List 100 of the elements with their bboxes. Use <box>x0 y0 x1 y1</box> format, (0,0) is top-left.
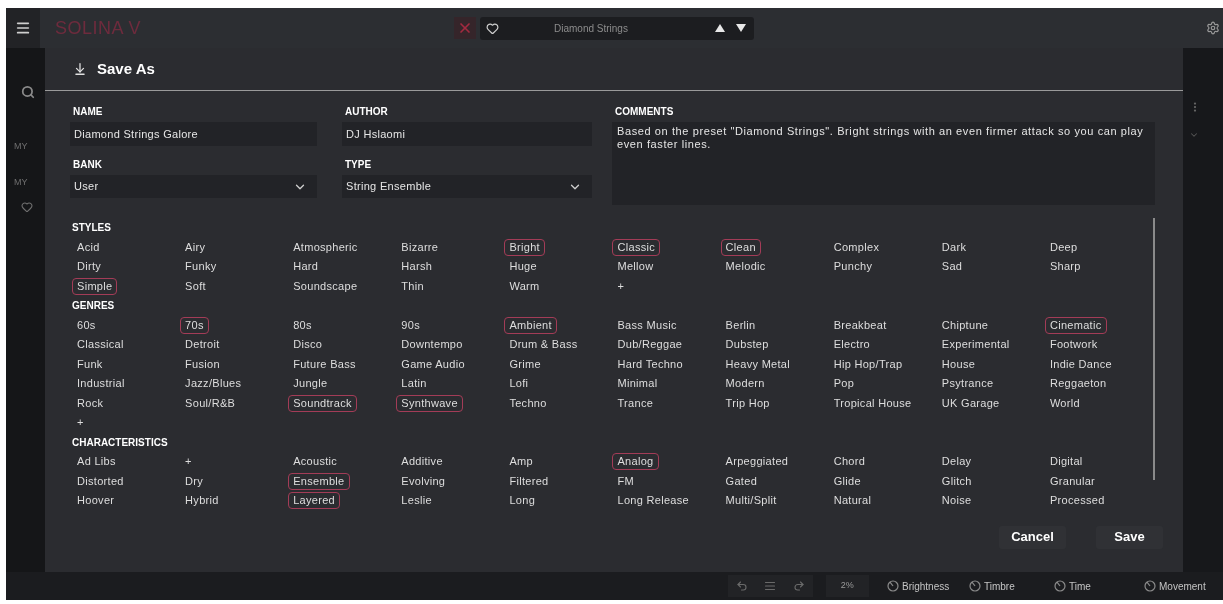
tag-toggle[interactable]: Reggaeton <box>1044 375 1112 393</box>
menu-button[interactable] <box>6 8 40 48</box>
tag-toggle[interactable]: Natural <box>828 492 877 510</box>
tag-toggle[interactable]: Amp <box>504 453 538 471</box>
dropdown[interactable]: User <box>70 175 317 198</box>
tag-toggle[interactable]: Soul/R&B <box>180 394 241 412</box>
tag-toggle[interactable]: Additive <box>396 453 448 471</box>
tag-toggle[interactable]: Heavy Metal <box>720 355 796 373</box>
tag-toggle[interactable]: Gated <box>720 472 763 490</box>
sidebar-item[interactable]: MY <box>14 176 28 188</box>
tag-toggle[interactable]: Punchy <box>828 258 878 276</box>
list-icon[interactable] <box>764 580 777 592</box>
zoom-level[interactable]: 2% <box>825 575 869 597</box>
tag-toggle[interactable]: Arpeggiated <box>720 453 794 471</box>
tag-toggle[interactable]: Thin <box>396 277 429 295</box>
tag-toggle[interactable]: World <box>1044 394 1085 412</box>
tag-toggle[interactable]: Soundtrack <box>288 394 357 412</box>
tag-toggle[interactable]: Multi/Split <box>720 492 782 510</box>
tag-toggle[interactable]: Bass Music <box>612 316 682 334</box>
tag-toggle[interactable]: Game Audio <box>396 355 470 373</box>
tag-toggle[interactable]: Soft <box>180 277 211 295</box>
tag-toggle[interactable]: Fusion <box>180 355 225 373</box>
tag-toggle[interactable]: Latin <box>396 375 432 393</box>
tag-toggle[interactable]: Trance <box>612 394 659 412</box>
tag-toggle[interactable]: Processed <box>1044 492 1110 510</box>
tag-toggle[interactable]: Noise <box>936 492 977 510</box>
tag-toggle[interactable]: 70s <box>180 316 209 334</box>
tag-toggle[interactable]: UK Garage <box>936 394 1005 412</box>
tag-toggle[interactable]: House <box>936 355 981 373</box>
tag-toggle[interactable]: Synthwave <box>396 394 463 412</box>
triangle-up-icon[interactable] <box>715 24 725 32</box>
tag-toggle[interactable]: Lofi <box>504 375 534 393</box>
tag-toggle[interactable]: Warm <box>504 277 545 295</box>
tag-toggle[interactable]: Jazz/Blues <box>180 375 247 393</box>
tag-toggle[interactable]: Minimal <box>612 375 663 393</box>
tag-toggle[interactable]: Hoover <box>72 492 120 510</box>
scrollbar[interactable] <box>1153 218 1155 480</box>
tag-toggle[interactable]: Bizarre <box>396 238 444 256</box>
tag-toggle[interactable]: Acoustic <box>288 453 343 471</box>
knob-icon[interactable] <box>887 580 899 592</box>
tag-toggle[interactable]: Clean <box>720 238 761 256</box>
tag-toggle[interactable]: Mellow <box>612 258 659 276</box>
tag-toggle[interactable]: Dubstep <box>720 336 774 354</box>
tag-toggle[interactable]: Ambient <box>504 316 557 334</box>
comments-field[interactable]: Based on the preset "Diamond Strings". Bright strings with an even firmer attack so you can play even faster lines. <box>612 122 1155 205</box>
tag-toggle[interactable]: Trip Hop <box>720 394 775 412</box>
tag-toggle[interactable]: Breakbeat <box>828 316 892 334</box>
tag-toggle[interactable]: Jungle <box>288 375 333 393</box>
tag-toggle[interactable]: Ensemble <box>288 472 350 490</box>
tag-toggle[interactable]: 90s <box>396 316 425 334</box>
tag-toggle[interactable]: Layered <box>288 492 341 510</box>
tag-toggle[interactable]: Delay <box>936 453 977 471</box>
tag-toggle[interactable]: Modern <box>720 375 770 393</box>
tag-toggle[interactable]: Disco <box>288 336 328 354</box>
tag-toggle[interactable]: Berlin <box>720 316 761 334</box>
tag-toggle[interactable]: + <box>612 277 630 295</box>
tag-toggle[interactable]: Drum & Bass <box>504 336 583 354</box>
knob-icon[interactable] <box>969 580 981 592</box>
tag-toggle[interactable]: Sharp <box>1044 258 1086 276</box>
tag-toggle[interactable]: Complex <box>828 238 885 256</box>
tag-toggle[interactable]: Psytrance <box>936 375 999 393</box>
tag-toggle[interactable]: Indie Dance <box>1044 355 1117 373</box>
heart-icon[interactable] <box>486 21 499 35</box>
tag-toggle[interactable]: Hard <box>288 258 324 276</box>
preset-selector[interactable]: Diamond Strings <box>480 16 754 40</box>
tag-toggle[interactable]: Deep <box>1044 238 1083 256</box>
search-icon[interactable] <box>21 85 35 99</box>
tag-toggle[interactable]: Chord <box>828 453 871 471</box>
tag-toggle[interactable]: Downtempo <box>396 336 468 354</box>
tag-toggle[interactable]: Techno <box>504 394 552 412</box>
tag-toggle[interactable]: Distorted <box>72 472 129 490</box>
save-button[interactable]: Save <box>1096 525 1163 549</box>
tag-toggle[interactable]: Rock <box>72 394 109 412</box>
tag-toggle[interactable]: Analog <box>612 453 659 471</box>
tag-toggle[interactable]: Funky <box>180 258 222 276</box>
tag-toggle[interactable]: Detroit <box>180 336 225 354</box>
tag-toggle[interactable]: Funk <box>72 355 108 373</box>
tag-toggle[interactable]: + <box>180 453 197 471</box>
tag-toggle[interactable]: Glitch <box>936 472 977 490</box>
tag-toggle[interactable]: Industrial <box>72 375 130 393</box>
cancel-button[interactable]: Cancel <box>999 525 1066 549</box>
tag-toggle[interactable]: Evolving <box>396 472 451 490</box>
tag-toggle[interactable]: Sad <box>936 258 968 276</box>
redo-icon[interactable] <box>792 580 805 592</box>
tag-toggle[interactable]: Dark <box>936 238 972 256</box>
tag-toggle[interactable]: Classical <box>72 336 129 354</box>
tag-toggle[interactable]: Experimental <box>936 336 1015 354</box>
tag-toggle[interactable]: Digital <box>1044 453 1088 471</box>
knob-icon[interactable] <box>1054 580 1066 592</box>
tag-toggle[interactable]: 80s <box>288 316 317 334</box>
text-field[interactable]: Diamond Strings Galore <box>70 122 317 146</box>
tag-toggle[interactable]: Dirty <box>72 258 107 276</box>
triangle-down-icon[interactable] <box>736 24 746 32</box>
tag-toggle[interactable]: Atmospheric <box>288 238 363 256</box>
tag-toggle[interactable]: Chiptune <box>936 316 994 334</box>
tag-toggle[interactable]: Glide <box>828 472 866 490</box>
tag-toggle[interactable]: Future Bass <box>288 355 361 373</box>
tag-toggle[interactable]: Grime <box>504 355 546 373</box>
tag-toggle[interactable]: Bright <box>504 238 545 256</box>
tag-toggle[interactable]: Footwork <box>1044 336 1103 354</box>
